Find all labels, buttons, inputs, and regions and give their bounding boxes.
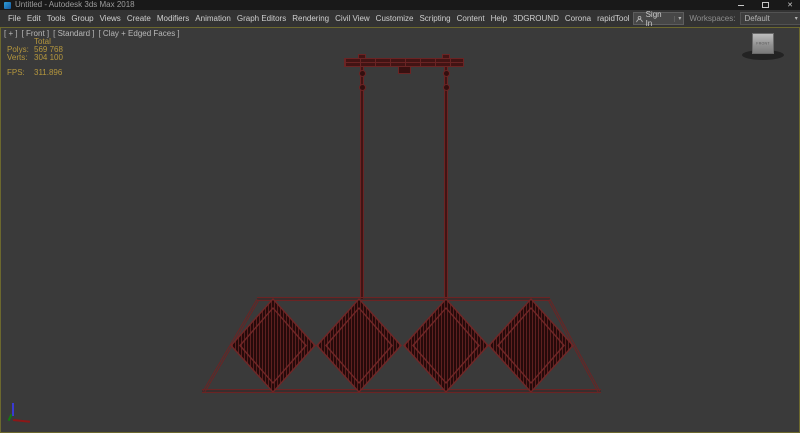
diamond-inner-hatch <box>499 309 563 382</box>
menu-3dground[interactable]: 3DGROUND <box>510 14 562 23</box>
3ds-max-logo-icon <box>4 2 11 9</box>
chevron-down-icon: ▾ <box>674 16 681 22</box>
rod-mount-left[interactable] <box>358 54 366 59</box>
canopy-center-connector[interactable] <box>398 66 411 74</box>
window-controls: ✕ <box>738 2 796 9</box>
menu-content[interactable]: Content <box>454 14 488 23</box>
menu-animation[interactable]: Animation <box>192 14 234 23</box>
view-cube-face-label: FRONT <box>756 41 770 45</box>
rod-joint[interactable] <box>359 84 366 91</box>
menu-tools[interactable]: Tools <box>44 14 69 23</box>
menu-customize[interactable]: Customize <box>373 14 417 23</box>
user-icon <box>636 15 643 23</box>
axis-x-icon <box>13 419 30 423</box>
view-cube[interactable]: FRONT <box>741 32 785 64</box>
viewport-label: [ + ] [ Front ] [ Standard ] [ Clay + Ed… <box>4 29 180 38</box>
menu-modifiers[interactable]: Modifiers <box>154 14 192 23</box>
rod-joint[interactable] <box>359 70 366 77</box>
shade-diamond-panel-1[interactable] <box>230 298 316 393</box>
menu-edit[interactable]: Edit <box>24 14 44 23</box>
3ds-max-window: Untitled - Autodesk 3ds Max 2018 ✕ File … <box>0 0 800 433</box>
stats-verts-label: Verts: <box>7 54 34 62</box>
menu-corona[interactable]: Corona <box>562 14 594 23</box>
shade-diamond-panel-3[interactable] <box>403 298 489 393</box>
diamond-inner-hatch <box>241 309 305 382</box>
chevron-down-icon: ▾ <box>795 16 798 22</box>
menu-rapidtool[interactable]: rapidTool <box>594 14 632 23</box>
rod-joint[interactable] <box>443 70 450 77</box>
world-axis-tripod <box>7 403 37 427</box>
menu-create[interactable]: Create <box>124 14 154 23</box>
menu-file[interactable]: File <box>5 14 24 23</box>
viewport-statistics: Total Polys:569 768 Verts:304 100 FPS:31… <box>7 38 63 77</box>
minimize-icon[interactable] <box>738 5 744 6</box>
workspaces-label: Workspaces: <box>689 14 735 23</box>
workspace-select[interactable]: Default ▾ <box>740 12 800 25</box>
menu-civil-view[interactable]: Civil View <box>332 14 373 23</box>
viewport-front[interactable]: [ + ] [ Front ] [ Standard ] [ Clay + Ed… <box>0 27 800 433</box>
stats-fps-label: FPS: <box>7 69 34 77</box>
menu-graph-editors[interactable]: Graph Editors <box>234 14 289 23</box>
shade-diamond-panel-4[interactable] <box>488 298 574 393</box>
rod-joint[interactable] <box>443 84 450 91</box>
rod-mount-right[interactable] <box>442 54 450 59</box>
view-cube-front-face[interactable]: FRONT <box>752 33 774 54</box>
shade-diamond-panel-2[interactable] <box>316 298 402 393</box>
maximize-icon[interactable] <box>762 2 769 8</box>
hanging-rod-left[interactable] <box>360 67 364 299</box>
window-title: Untitled - Autodesk 3ds Max 2018 <box>15 0 135 10</box>
menu-help[interactable]: Help <box>488 14 510 23</box>
diamond-inner-hatch <box>414 309 478 382</box>
stats-fps-value: 311.896 <box>34 69 62 77</box>
workspace-value: Default <box>744 14 769 23</box>
menu-group[interactable]: Group <box>68 14 96 23</box>
axis-y-icon <box>8 414 13 421</box>
menu-bar-right: Sign In ▾ Workspaces: Default ▾ <box>633 12 800 25</box>
sign-in-button[interactable]: Sign In ▾ <box>633 12 685 25</box>
viewport-menu-shading[interactable]: [ Clay + Edged Faces ] <box>98 29 179 38</box>
viewport-menu-renderer[interactable]: [ Standard ] <box>53 29 94 38</box>
menu-scripting[interactable]: Scripting <box>416 14 453 23</box>
menu-rendering[interactable]: Rendering <box>289 14 332 23</box>
menu-views[interactable]: Views <box>97 14 124 23</box>
stats-verts-value: 304 100 <box>34 54 63 62</box>
viewport-menu-general[interactable]: [ + ] <box>4 29 18 38</box>
menu-bar: File Edit Tools Group Views Create Modif… <box>0 10 800 27</box>
close-icon[interactable]: ✕ <box>787 2 793 9</box>
title-bar: Untitled - Autodesk 3ds Max 2018 ✕ <box>0 0 800 10</box>
sign-in-label: Sign In <box>646 10 668 28</box>
hanging-rod-right[interactable] <box>444 67 448 299</box>
diamond-inner-hatch <box>327 309 391 382</box>
